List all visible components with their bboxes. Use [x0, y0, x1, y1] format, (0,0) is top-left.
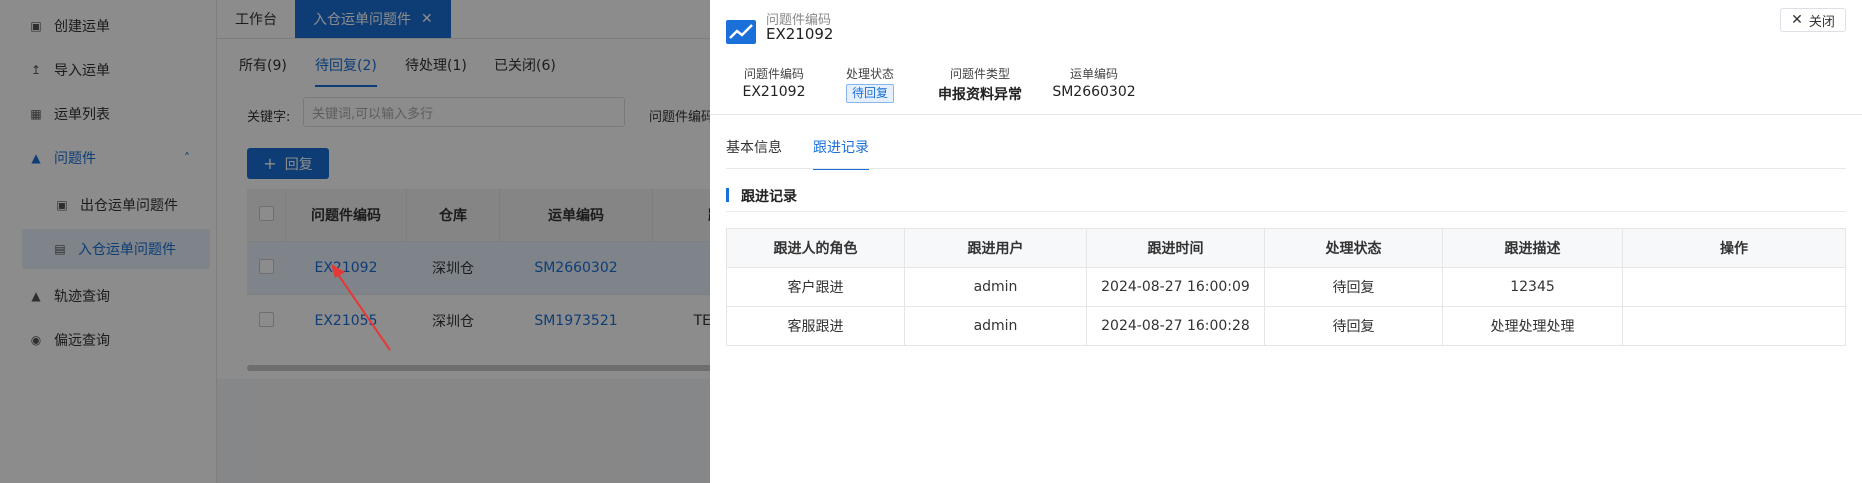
follow-up-table: 跟进人的角色 跟进用户 跟进时间 处理状态 跟进描述 操作 客户跟进 admin… [726, 228, 1846, 346]
table-cell: 待回复 [1264, 306, 1443, 346]
table-cell [1622, 267, 1846, 307]
table-cell: 2024-08-27 16:00:28 [1086, 306, 1265, 346]
section-title: 跟进记录 [741, 189, 797, 205]
table-cell: 处理处理处理 [1442, 306, 1623, 346]
column-header: 处理状态 [1264, 228, 1443, 268]
table-cell: 2024-08-27 16:00:09 [1086, 267, 1265, 307]
meta-problem-code: 问题件编码 EX21092 [734, 65, 814, 100]
divider [710, 114, 1862, 115]
annotation-arrow-icon [331, 264, 391, 351]
table-cell: 待回复 [1264, 267, 1443, 307]
close-button-label: 关闭 [1808, 14, 1835, 30]
meta-label: 问题件编码 [743, 67, 804, 81]
table-cell: admin [904, 267, 1087, 307]
table-cell: 客户跟进 [726, 267, 905, 307]
tab-follow-up[interactable]: 跟进记录 [813, 137, 869, 170]
section-accent [726, 188, 729, 202]
drawer-title: EX21092 [766, 25, 834, 43]
column-header: 跟进描述 [1442, 228, 1623, 268]
divider [726, 168, 1846, 169]
close-button[interactable]: ✕ 关闭 [1780, 8, 1846, 32]
meta-waybill: 运单编码 SM2660302 [1044, 65, 1144, 100]
column-header: 跟进时间 [1086, 228, 1265, 268]
divider [726, 211, 1846, 212]
tab-basic-info[interactable]: 基本信息 [726, 137, 782, 157]
meta-label: 处理状态 [845, 67, 894, 81]
meta-value: EX21092 [742, 84, 806, 100]
column-header: 操作 [1622, 228, 1846, 268]
table-cell: 12345 [1442, 267, 1623, 307]
meta-value: 申报资料异常 [938, 87, 1022, 103]
meta-label: 问题件类型 [949, 67, 1010, 81]
table-row: 客服跟进 admin 2024-08-27 16:00:28 待回复 处理处理处… [726, 306, 1846, 346]
table-cell: 客服跟进 [726, 306, 905, 346]
table-row: 客户跟进 admin 2024-08-27 16:00:09 待回复 12345 [726, 267, 1846, 307]
table-cell [1622, 306, 1846, 346]
chart-logo-icon [726, 20, 756, 44]
close-icon: ✕ [1791, 12, 1803, 28]
meta-value: SM2660302 [1052, 84, 1136, 100]
meta-status: 处理状态 待回复 [830, 65, 910, 103]
meta-problem-type: 问题件类型 申报资料异常 [930, 65, 1030, 104]
problem-detail-drawer: 问题件编码 EX21092 ✕ 关闭 问题件编码 EX21092 处理状态 待回… [710, 0, 1862, 483]
column-header: 跟进用户 [904, 228, 1087, 268]
status-badge: 待回复 [845, 84, 894, 103]
table-cell: admin [904, 306, 1087, 346]
column-header: 跟进人的角色 [726, 228, 905, 268]
meta-label: 运单编码 [1069, 67, 1118, 81]
table-header-row: 跟进人的角色 跟进用户 跟进时间 处理状态 跟进描述 操作 [726, 228, 1846, 268]
